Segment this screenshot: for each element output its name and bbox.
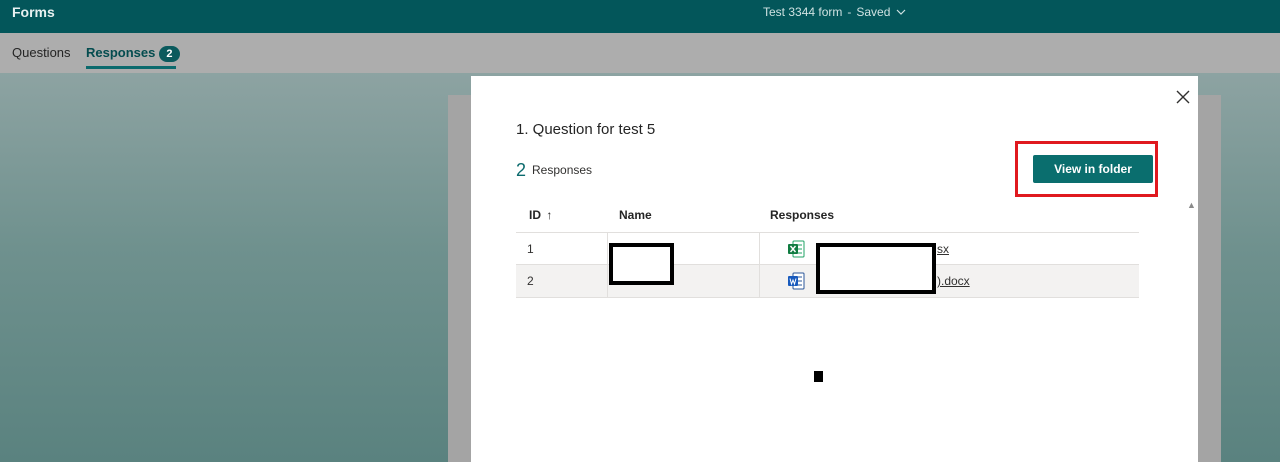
redaction-mark (814, 371, 823, 382)
column-id-label: ID (529, 208, 541, 222)
column-divider (607, 265, 608, 297)
tab-responses[interactable]: Responses 2 (86, 45, 180, 62)
tab-responses-label: Responses (86, 45, 156, 60)
top-bar: Forms Test 3344 form - Saved (0, 0, 1280, 33)
column-header-responses[interactable]: Responses (770, 208, 834, 222)
column-header-id[interactable]: ID ↑ (529, 208, 552, 222)
column-divider (607, 233, 608, 264)
form-title-area[interactable]: Test 3344 form - Saved (763, 5, 906, 19)
tab-questions[interactable]: Questions (12, 45, 71, 60)
scroll-up-icon[interactable]: ▲ (1187, 200, 1196, 210)
save-status: Saved (856, 5, 891, 19)
excel-file-icon (788, 240, 805, 258)
question-title: 1. Question for test 5 (516, 121, 656, 138)
column-divider (759, 233, 760, 264)
title-separator: - (847, 5, 852, 19)
responses-count-badge: 2 (159, 46, 180, 62)
row-id: 1 (527, 242, 534, 256)
response-count-number: 2 (516, 160, 527, 180)
tab-bar: Questions Responses 2 (0, 33, 1280, 73)
response-file-link[interactable]: sx (937, 242, 949, 256)
view-in-folder-button[interactable]: View in folder (1033, 155, 1153, 183)
redaction-box (609, 243, 674, 285)
app-name[interactable]: Forms (12, 4, 55, 20)
response-count: 2 Responses (516, 160, 592, 181)
close-icon[interactable] (1174, 88, 1192, 106)
active-tab-indicator (86, 66, 176, 69)
sort-up-icon: ↑ (546, 208, 553, 222)
response-file-link[interactable]: ).docx (937, 274, 970, 288)
word-file-icon (788, 272, 805, 290)
redaction-box (816, 243, 936, 294)
chevron-down-icon[interactable] (896, 4, 906, 18)
column-header-name[interactable]: Name (619, 208, 652, 222)
form-title: Test 3344 form (763, 5, 843, 19)
column-divider (759, 265, 760, 297)
row-id: 2 (527, 274, 534, 288)
response-count-label: Responses (532, 163, 593, 177)
